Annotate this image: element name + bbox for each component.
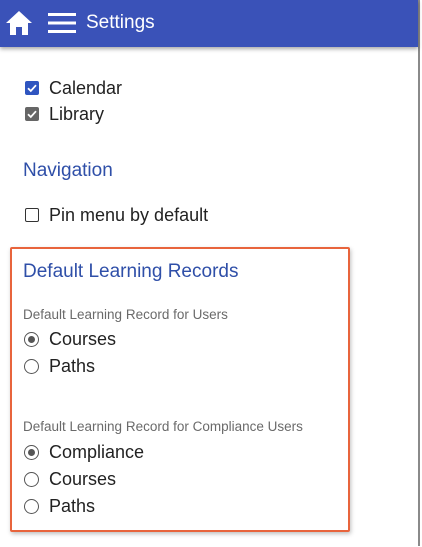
app-header: Settings xyxy=(0,0,418,47)
navigation-heading: Navigation xyxy=(23,160,113,181)
library-checkbox[interactable] xyxy=(25,107,39,121)
users-courses-label: Courses xyxy=(49,329,117,349)
checkmark-icon xyxy=(27,84,37,93)
compliance-courses-option[interactable]: Courses xyxy=(24,468,116,490)
calendar-label: Calendar xyxy=(49,78,123,98)
settings-panel: Settings Calendar Library Navigation Pin… xyxy=(0,0,420,546)
users-record-label: Default Learning Record for Users xyxy=(23,307,228,322)
compliance-courses-label: Courses xyxy=(49,469,117,489)
users-courses-option[interactable]: Courses xyxy=(24,328,116,350)
calendar-checkbox[interactable] xyxy=(25,81,39,95)
users-paths-label: Paths xyxy=(49,356,96,376)
users-paths-option[interactable]: Paths xyxy=(24,355,95,377)
checkmark-icon xyxy=(27,110,37,119)
library-label: Library xyxy=(49,104,105,124)
compliance-paths-option[interactable]: Paths xyxy=(24,495,95,517)
compliance-compliance-label: Compliance xyxy=(49,442,145,462)
compliance-paths-label: Paths xyxy=(49,496,96,516)
compliance-paths-radio[interactable] xyxy=(24,498,39,514)
learning-records-heading: Default Learning Records xyxy=(23,261,239,282)
library-option[interactable]: Library xyxy=(25,103,104,125)
compliance-compliance-option[interactable]: Compliance xyxy=(24,441,144,463)
home-icon[interactable] xyxy=(5,10,33,36)
compliance-compliance-radio[interactable] xyxy=(24,444,39,460)
users-paths-radio[interactable] xyxy=(24,358,39,374)
pin-menu-option[interactable]: Pin menu by default xyxy=(25,204,208,226)
pin-menu-label: Pin menu by default xyxy=(49,205,209,225)
compliance-courses-radio[interactable] xyxy=(24,471,39,487)
calendar-option[interactable]: Calendar xyxy=(25,77,122,99)
compliance-record-label: Default Learning Record for Compliance U… xyxy=(23,419,303,434)
users-courses-radio[interactable] xyxy=(24,331,39,347)
page-title: Settings xyxy=(86,12,155,33)
pin-menu-checkbox[interactable] xyxy=(25,208,39,222)
hamburger-menu-icon[interactable] xyxy=(48,12,76,34)
